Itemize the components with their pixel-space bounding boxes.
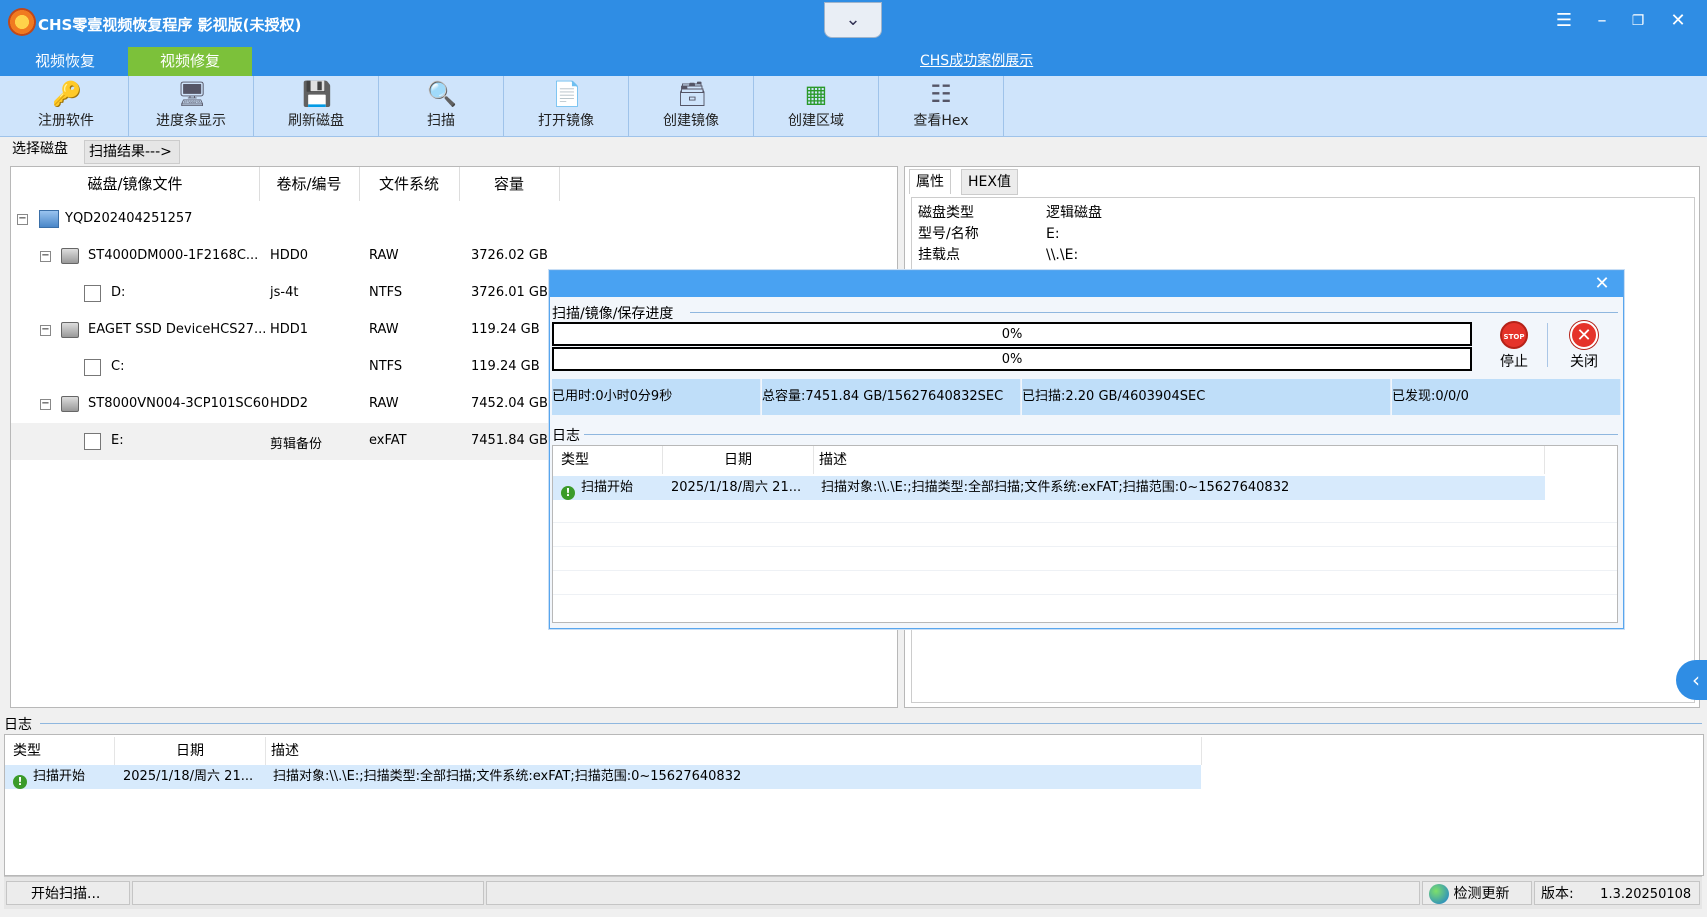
partition-checkbox[interactable] [84,359,101,376]
refresh-disk-button[interactable]: 💾 刷新磁盘 [254,76,379,136]
stop-button[interactable]: STOP 停止 [1486,321,1542,373]
collapse-icon[interactable]: − [40,325,51,336]
col-desc[interactable]: 描述 [813,446,1545,474]
close-circle-icon: ✕ [1570,321,1598,349]
progress-section-title: 扫描/镜像/保存进度 [552,306,674,322]
log-divider [584,434,1618,435]
computer-icon [39,210,59,228]
col-disk[interactable]: 磁盘/镜像文件 [11,167,260,201]
status-bar: 开始扫描... 检测更新 版本: 1.3.20250108 [4,876,1702,909]
table-row[interactable]: ! 扫描开始 2025/1/18/周六 21... 扫描对象:\\.\E:;扫描… [5,765,1201,789]
create-region-button[interactable]: ▦ 创建区域 [754,76,879,136]
col-type[interactable]: 类型 [5,737,115,765]
col-date[interactable]: 日期 [663,446,814,474]
open-image-button[interactable]: 📄 打开镜像 [504,76,629,136]
prop-value: 逻辑磁盘 [1046,205,1102,221]
toolbar: 🔑 注册软件 🖥 进度条显示 💾 刷新磁盘 🔍 扫描 📄 打开镜像 🗃 创建镜像… [0,76,1707,137]
partition-checkbox[interactable] [84,285,101,302]
dialog-title-bar: ✕ [550,271,1623,297]
magnifier-icon: 🔍 [427,80,457,108]
collapse-icon[interactable]: − [17,214,28,225]
divider [1547,323,1548,367]
log-table: 类型 日期 描述 ! 扫描开始 2025/1/18/周六 21... 扫描对象:… [4,734,1704,876]
hard-disk-icon [61,248,79,264]
table-row[interactable]: − YQD202404251257 [11,201,897,238]
create-image-icon: 🗃 [677,80,708,108]
grid-line [553,594,1617,595]
tab-hex[interactable]: HEX值 [961,169,1018,195]
version-info: 版本: 1.3.20250108 [1534,881,1700,905]
minimize-icon[interactable]: – [1586,6,1618,36]
register-button[interactable]: 🔑 注册软件 [4,76,129,136]
tab-select-disk[interactable]: 选择磁盘 [12,138,68,158]
status-message: 开始扫描... [6,881,130,905]
log-title: 日志 [4,717,32,733]
app-logo-icon [8,8,36,36]
col-date[interactable]: 日期 [115,737,266,765]
col-desc[interactable]: 描述 [271,737,1202,765]
collapse-icon[interactable]: − [40,251,51,262]
hard-disk-icon [61,396,79,412]
create-region-icon: ▦ [804,80,828,108]
stop-icon: STOP [1500,321,1528,349]
tab-scan-results[interactable]: 扫描结果---> [84,140,180,164]
close-icon[interactable]: ✕ [1662,6,1694,36]
hard-disk-icon [61,322,79,338]
close-icon[interactable]: ✕ [1589,272,1615,296]
col-type[interactable]: 类型 [553,446,663,474]
tab-video-recovery[interactable]: 视频恢复 [4,47,126,76]
monitor-icon: 🖥 [177,80,208,108]
dialog-log-title: 日志 [552,428,580,444]
open-image-icon: 📄 [552,80,582,108]
scan-button[interactable]: 🔍 扫描 [379,76,504,136]
prop-value: E: [1046,226,1060,242]
window-title: CHS零壹视频恢复程序 影视版(未授权) [38,16,302,34]
title-bar: CHS零壹视频恢复程序 影视版(未授权) ⌄ ☰ – ❐ ✕ [0,0,1707,44]
scanned-amount: 已扫描:2.20 GB/4603904SEC [1022,379,1391,415]
grid-line [553,522,1617,523]
found-count: 已发现:0/0/0 [1392,379,1621,415]
cases-link[interactable]: CHS成功案例展示 [920,50,1033,70]
progress-bar-2: 0% [552,347,1472,371]
check-update-button[interactable]: 检测更新 [1422,881,1532,905]
close-button[interactable]: ✕ 关闭 [1556,321,1612,373]
prop-key: 磁盘类型 [918,205,974,221]
scan-progress-dialog: ✕ 扫描/镜像/保存进度 0% 0% STOP 停止 ✕ 关闭 已用时:0小时0… [549,270,1624,629]
create-image-button[interactable]: 🗃 创建镜像 [629,76,754,136]
table-row[interactable]: ! 扫描开始 2025/1/18/周六 21... 扫描对象:\\.\E:;扫描… [553,476,1545,500]
tab-video-repair[interactable]: 视频修复 [128,47,252,76]
info-icon: ! [13,775,27,789]
col-size[interactable]: 容量 [459,167,560,201]
nav-bar: 视频恢复 视频修复 [0,44,1707,76]
disk-refresh-icon: 💾 [302,80,332,108]
globe-icon [1429,884,1449,904]
section-divider [690,312,1618,313]
prop-value: \\.\E: [1046,247,1079,263]
elapsed-time: 已用时:0小时0分9秒 [552,379,761,415]
chevron-down-icon[interactable]: ⌄ [824,2,882,38]
total-capacity: 总容量:7451.84 GB/15627640832SEC [762,379,1021,415]
restore-icon[interactable]: ❐ [1622,6,1654,36]
col-label[interactable]: 卷标/编号 [259,167,360,201]
dialog-log-table: 类型 日期 描述 ! 扫描开始 2025/1/18/周六 21... 扫描对象:… [552,445,1618,623]
key-icon: 🔑 [52,80,82,108]
collapse-icon[interactable]: − [40,399,51,410]
col-fs[interactable]: 文件系统 [359,167,460,201]
info-icon: ! [561,486,575,500]
tab-properties[interactable]: 属性 [909,169,951,194]
grid-line [553,546,1617,547]
status-cell [132,881,484,905]
view-hex-button[interactable]: ☷ 查看Hex [879,76,1004,136]
status-cell [486,881,1420,905]
grid-line [553,570,1617,571]
menu-icon[interactable]: ☰ [1548,6,1580,36]
partition-checkbox[interactable] [84,433,101,450]
prop-key: 型号/名称 [918,226,979,242]
progress-display-button[interactable]: 🖥 进度条显示 [129,76,254,136]
log-divider [40,723,1702,724]
hex-view-icon: ☷ [930,80,952,108]
progress-bar-1: 0% [552,322,1472,346]
prop-key: 挂载点 [918,247,960,263]
